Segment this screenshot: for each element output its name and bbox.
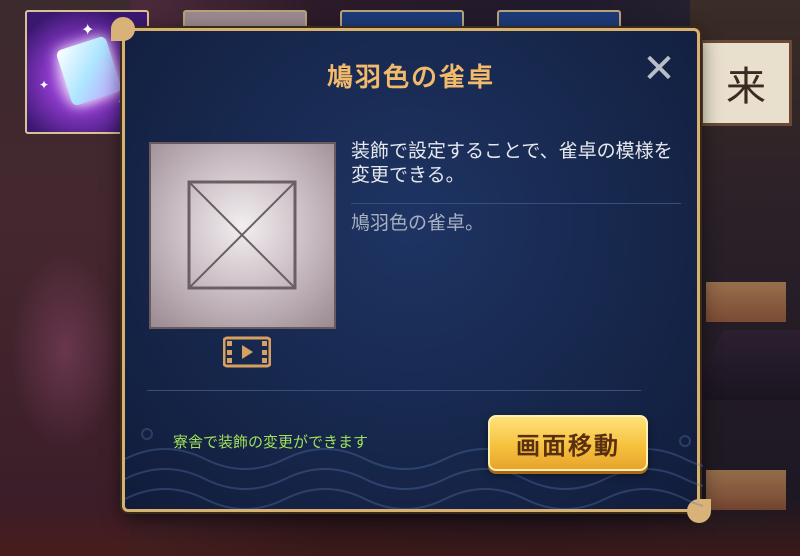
hint-text: 寮舎で装飾の変更ができます (173, 433, 369, 451)
corner-ornament (111, 17, 135, 41)
placeholder-icon (187, 180, 297, 290)
background-window (706, 282, 786, 322)
go-to-screen-button[interactable]: 画面移動 (488, 415, 648, 471)
item-detail-dialog: 鳩羽色の雀卓 ✕ 装飾で設定することで、雀卓の模様を変更できる。 鳩羽色の雀卓。… (111, 17, 711, 523)
background-glow (10, 250, 120, 450)
divider (351, 203, 681, 204)
background-sign: 来 (700, 40, 792, 126)
sparkle-icon: ✦ (81, 20, 95, 39)
dialog-title: 鳩羽色の雀卓 (326, 63, 495, 93)
video-play-icon[interactable] (223, 336, 271, 368)
table-item-icon (55, 35, 123, 107)
item-preview-image (149, 142, 336, 329)
divider (147, 390, 641, 391)
sparkle-icon: ✦ (39, 78, 50, 92)
close-button[interactable]: ✕ (639, 49, 679, 89)
item-description: 装飾で設定することで、雀卓の模様を変更できる。 (351, 140, 673, 186)
item-flavor-text: 鳩羽色の雀卓。 (351, 212, 485, 234)
